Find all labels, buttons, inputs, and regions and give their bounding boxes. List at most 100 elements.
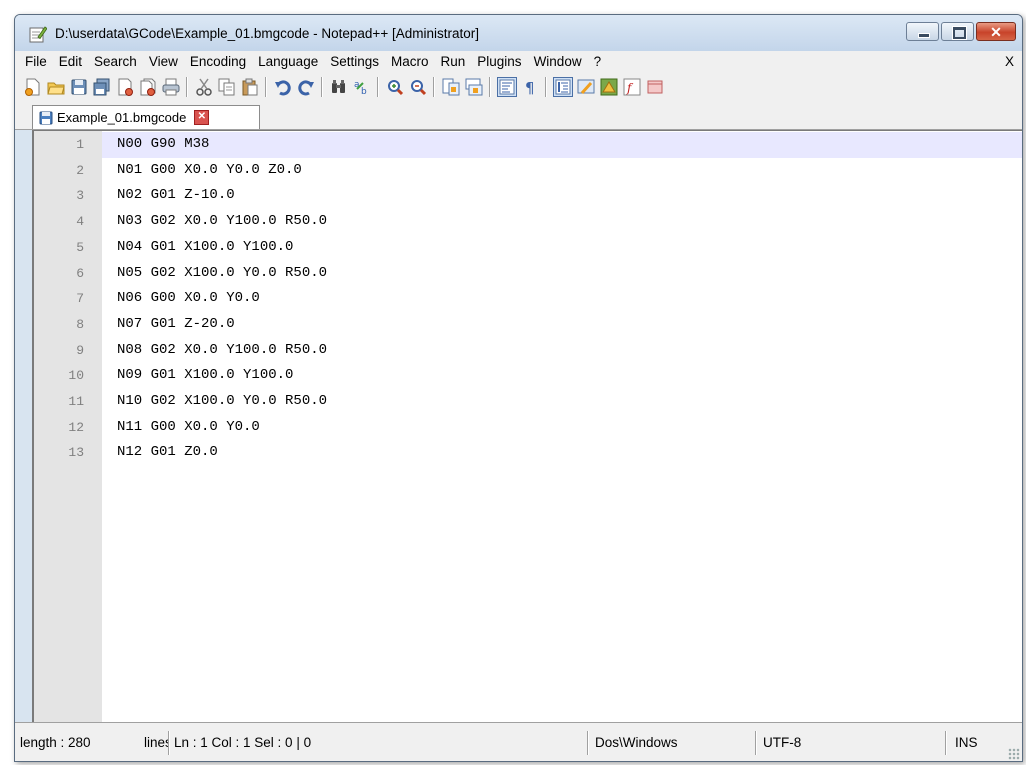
find-icon[interactable] [330,78,348,96]
folder-workspace-icon[interactable] [646,78,664,96]
menu-file[interactable]: File [19,51,53,73]
menu-encoding[interactable]: Encoding [184,51,252,73]
cut-icon[interactable] [195,78,213,96]
code-line-text: N06 G00 X0.0 Y0.0 [117,290,260,307]
line-number: 11 [68,394,84,409]
window-controls: ✕ [904,22,1016,41]
status-divider [587,731,589,755]
code-line[interactable]: 12 N11 G00 X0.0 Y0.0 [34,415,1022,441]
close-document-button[interactable]: X [1005,51,1014,73]
menu-settings[interactable]: Settings [324,51,385,73]
code-line-text: N07 G01 Z-20.0 [117,315,235,332]
menu-language[interactable]: Language [252,51,324,73]
line-number: 4 [76,214,84,230]
line-number: 3 [76,188,84,204]
menu-search[interactable]: Search [88,51,143,73]
current-line-highlight [102,132,1022,158]
toolbar-separator [377,77,379,97]
toolbar-separator [321,77,323,97]
menu-view[interactable]: View [143,51,184,73]
code-line[interactable]: 3 N02 G01 Z-10.0 [34,183,1022,209]
zoom-in-icon[interactable] [386,78,404,96]
code-line[interactable]: 7 N06 G00 X0.0 Y0.0 [34,286,1022,312]
tab-close-icon[interactable]: ✕ [194,110,210,125]
redo-icon[interactable] [297,78,315,96]
maximize-icon [952,26,967,40]
code-line[interactable]: 11 N10 G02 X100.0 Y0.0 R50.0 [34,389,1022,415]
status-encoding: UTF-8 [763,735,802,750]
close-icon: ✕ [990,24,1002,40]
save-icon[interactable] [70,78,88,96]
code-line[interactable]: 8 N07 G01 Z-20.0 [34,312,1022,338]
close-file-icon[interactable] [116,78,134,96]
code-line-text: N02 G01 Z-10.0 [117,187,235,204]
line-number: 6 [76,265,84,281]
zoom-out-icon[interactable] [409,78,427,96]
line-number: 10 [68,368,84,384]
code-line[interactable]: 10 N09 G01 X100.0 Y100.0 [34,363,1022,389]
menu-run[interactable]: Run [435,51,472,73]
close-all-icon[interactable] [139,78,157,96]
menu-macro[interactable]: Macro [385,51,435,73]
toolbar-separator [186,77,188,97]
menu-window[interactable]: Window [528,51,588,73]
tab-label: Example_01.bmgcode [57,110,187,125]
code-line-text: N08 G02 X0.0 Y100.0 R50.0 [117,341,328,358]
function-list-icon[interactable]: f [623,78,641,96]
line-number: 13 [68,445,84,461]
sync-horizontal-icon[interactable] [465,78,483,96]
user-language-icon[interactable] [577,78,595,96]
new-file-icon[interactable] [24,78,42,96]
maximize-button[interactable] [941,22,974,41]
undo-icon[interactable] [274,78,292,96]
status-length: length : 280 [20,735,91,750]
paste-icon[interactable] [241,78,259,96]
code-line[interactable]: 2 N01 G00 X0.0 Y0.0 Z0.0 [34,158,1022,184]
code-line[interactable]: 4 N03 G02 X0.0 Y100.0 R50.0 [34,209,1022,235]
code-line-text: N03 G02 X0.0 Y100.0 R50.0 [117,213,328,230]
status-position: Ln : 1 Col : 1 Sel : 0 | 0 [174,735,312,750]
save-all-icon[interactable] [93,78,111,96]
menu-help[interactable]: ? [588,51,608,73]
doc-map-icon[interactable] [600,78,618,96]
replace-icon[interactable]: ab [353,78,371,96]
status-divider [945,731,947,755]
code-line[interactable]: 5 N04 G01 X100.0 Y100.0 [34,235,1022,261]
line-number: 1 [76,137,84,152]
saved-file-icon [39,111,53,124]
line-number: 12 [68,419,84,435]
editor[interactable]: 1 N00 G90 M38 2 N01 G00 X0.0 Y0.0 Z0.0 3 N02 … [32,130,1022,723]
print-icon[interactable] [162,78,180,96]
toolbar-separator [489,77,491,97]
tab-example-01[interactable]: Example_01.bmgcode ✕ [32,105,260,129]
code-line-text: N05 G02 X100.0 Y0.0 R50.0 [117,264,328,281]
menu-plugins[interactable]: Plugins [471,51,527,73]
indent-guide-icon[interactable] [552,77,573,97]
tab-strip: Example_01.bmgcode ✕ [15,101,1022,130]
copy-icon[interactable] [218,78,236,96]
status-insert-mode: INS [955,735,978,750]
show-all-chars-icon[interactable]: ¶ [521,78,539,96]
sync-vertical-icon[interactable] [442,78,460,96]
status-divider [755,731,757,755]
toolbar-separator [433,77,435,97]
svg-text:b: b [361,87,367,96]
minimize-button[interactable] [906,22,939,41]
resize-grip[interactable] [1008,748,1020,760]
menu-edit[interactable]: Edit [53,51,88,73]
close-window-button[interactable]: ✕ [976,22,1016,41]
menu-bar: File Edit Search View Encoding Language … [15,51,1022,73]
notepad-app-icon [29,26,47,43]
status-bar: length : 280 lines Ln : 1 Col : 1 Sel : … [15,722,1022,761]
open-file-icon[interactable] [46,78,65,96]
minimize-icon [918,33,930,38]
code-line[interactable]: 1 N00 G90 M38 [34,132,1022,158]
code-line[interactable]: 9 N08 G02 X0.0 Y100.0 R50.0 [34,338,1022,364]
line-number: 8 [76,316,84,332]
code-line[interactable]: 6 N05 G02 X100.0 Y0.0 R50.0 [34,261,1022,287]
line-number: 2 [76,162,84,178]
word-wrap-icon[interactable] [496,77,517,97]
code-line[interactable]: 13 N12 G01 Z0.0 [34,440,1022,466]
title-bar: D:\userdata\GCode\Example_01.bmgcode - N… [15,15,1022,51]
window-title: D:\userdata\GCode\Example_01.bmgcode - N… [55,26,479,41]
